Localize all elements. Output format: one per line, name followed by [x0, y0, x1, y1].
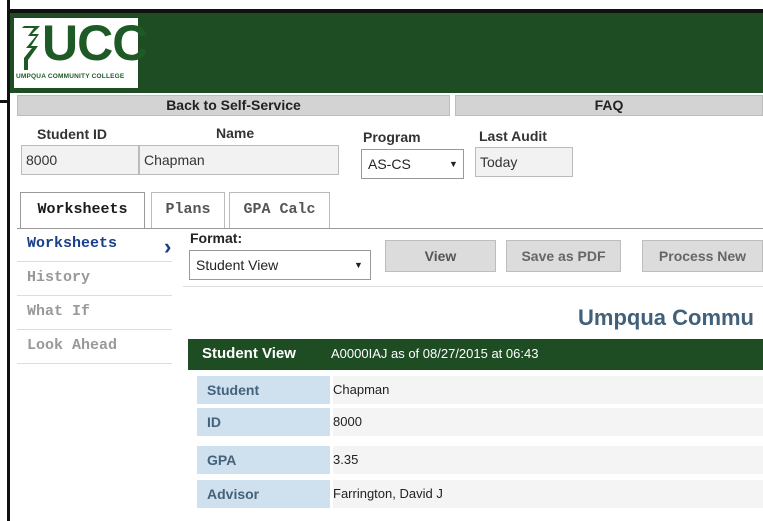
row-value-gpa: 3.35 — [333, 446, 763, 474]
page-title: Umpqua Commu — [578, 305, 754, 330]
row-value-student: Chapman — [333, 376, 763, 404]
last-audit-field: Today — [475, 147, 573, 177]
student-id-label: Student ID — [37, 126, 107, 142]
format-label: Format: — [190, 230, 243, 246]
name-label: Name — [216, 125, 255, 141]
sidebar-item-worksheets[interactable]: Worksheets — [17, 229, 172, 262]
logo-wordmark: UCC — [42, 15, 148, 71]
tab-worksheets[interactable]: Worksheets — [20, 192, 145, 229]
toolbar-divider — [183, 286, 763, 287]
row-label-gpa: GPA — [197, 446, 330, 474]
college-logo[interactable]: UCC UMPQUA COMMUNITY COLLEGE — [14, 15, 148, 88]
tree-icon — [22, 26, 40, 70]
tab-gpa-calc[interactable]: GPA Calc — [229, 192, 330, 228]
dropdown-caret-icon: ▼ — [354, 260, 363, 270]
program-select-value: AS-CS — [368, 156, 411, 172]
format-select[interactable]: Student View ▼ — [189, 250, 371, 280]
logo-subtext: UMPQUA COMMUNITY COLLEGE — [16, 73, 125, 80]
header-banner: UCC UMPQUA COMMUNITY COLLEGE — [10, 13, 763, 93]
faq-button[interactable]: FAQ — [455, 95, 763, 116]
view-button[interactable]: View — [385, 240, 496, 272]
frame-stub-left — [0, 100, 10, 103]
dropdown-caret-icon: ▼ — [449, 159, 458, 169]
process-new-button[interactable]: Process New — [642, 240, 763, 272]
program-select[interactable]: AS-CS ▼ — [361, 149, 464, 179]
student-id-field: 8000 — [21, 145, 139, 175]
sidebar-item-history[interactable]: History — [17, 263, 172, 296]
back-to-self-service-button[interactable]: Back to Self-Service — [17, 95, 450, 116]
name-field: Chapman — [139, 145, 339, 175]
row-value-advisor: Farrington, David J — [333, 480, 763, 508]
sidebar-item-what-if[interactable]: What If — [17, 297, 172, 330]
row-label-student: Student — [197, 376, 330, 404]
student-view-title: Student View — [202, 345, 296, 362]
save-as-pdf-button[interactable]: Save as PDF — [506, 240, 621, 272]
format-select-value: Student View — [196, 257, 279, 273]
student-view-header: Student View A0000IAJ as of 08/27/2015 a… — [188, 339, 763, 370]
audit-info: A0000IAJ as of 08/27/2015 at 06:43 — [331, 346, 539, 361]
sidebar-item-look-ahead[interactable]: Look Ahead — [17, 331, 172, 364]
last-audit-label: Last Audit — [479, 128, 547, 144]
tab-plans[interactable]: Plans — [151, 192, 225, 228]
row-label-advisor: Advisor — [197, 480, 330, 508]
chevron-right-icon: › — [164, 234, 172, 259]
row-value-id: 8000 — [333, 408, 763, 436]
program-label: Program — [363, 129, 421, 145]
row-label-id: ID — [197, 408, 330, 436]
